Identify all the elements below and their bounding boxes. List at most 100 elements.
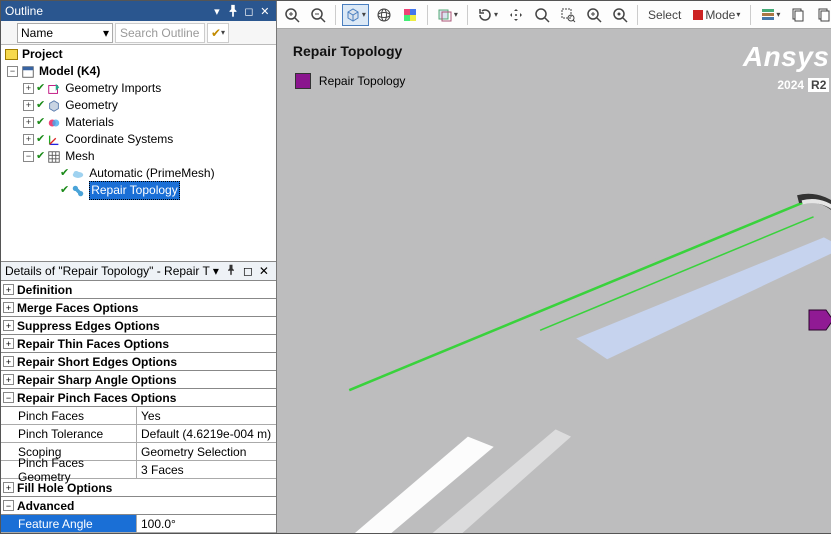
expand-icon[interactable]: + <box>3 338 14 349</box>
section-repair-short[interactable]: +Repair Short Edges Options <box>1 353 276 371</box>
section-repair-pinch[interactable]: −Repair Pinch Faces Options <box>1 389 276 407</box>
expand-icon[interactable]: + <box>23 100 34 111</box>
outline-filter-bar: Name ▾ Search Outline ✔▾ <box>1 21 276 45</box>
details-grid: +Definition +Merge Faces Options +Suppre… <box>1 281 276 533</box>
left-column: Outline ▾ ◻ ✕ Name ▾ Search Outline ✔▾ <box>1 1 277 533</box>
section-repair-thin[interactable]: +Repair Thin Faces Options <box>1 335 276 353</box>
zoom-in-button[interactable] <box>281 4 303 26</box>
expand-icon[interactable]: + <box>23 117 34 128</box>
tree-label: Mesh <box>65 148 94 165</box>
prop-name: Pinch Faces Geometry <box>1 461 137 478</box>
zoom-reset-button[interactable] <box>609 4 631 26</box>
prop-row-pinch-tolerance[interactable]: Pinch Tolerance Default (4.6219e-004 m) <box>1 425 276 443</box>
tree-item-mesh[interactable]: − ✔ Mesh <box>3 148 274 165</box>
prop-value[interactable]: Yes <box>137 407 276 424</box>
import-icon <box>46 82 62 96</box>
viewport-legend: Repair Topology <box>295 73 406 89</box>
check-icon: ✔ <box>36 114 45 131</box>
brand-version: 2024R2 <box>743 73 830 94</box>
expand-icon[interactable]: + <box>3 356 14 367</box>
tree-item-geometry-imports[interactable]: + ✔ Geometry Imports <box>3 80 274 97</box>
filter-tree-button[interactable]: ▾ <box>757 4 783 26</box>
tree-item-coordinate-systems[interactable]: + ✔ Coordinate Systems <box>3 131 274 148</box>
expand-icon[interactable]: + <box>23 83 34 94</box>
topology-marker[interactable] <box>808 309 831 334</box>
search-placeholder: Search Outline <box>120 26 199 40</box>
collapse-icon[interactable]: − <box>3 500 14 511</box>
wireframe-button[interactable] <box>373 4 395 26</box>
expand-icon[interactable]: + <box>3 284 14 295</box>
view-copy-button[interactable] <box>787 4 809 26</box>
prop-value[interactable]: Default (4.6219e-004 m) <box>137 425 276 442</box>
prop-row-pinch-geometry[interactable]: Pinch Faces Geometry 3 Faces <box>1 461 276 479</box>
shaded-button[interactable] <box>399 4 421 26</box>
cloud-icon <box>70 167 86 181</box>
expand-icon[interactable]: + <box>3 482 14 493</box>
search-input[interactable]: Search Outline <box>115 23 205 43</box>
zoom-out-button[interactable] <box>307 4 329 26</box>
dropdown-icon[interactable]: ▾ <box>210 264 222 278</box>
collapse-icon[interactable]: − <box>3 392 14 403</box>
section-fill-hole[interactable]: +Fill Hole Options <box>1 479 276 497</box>
section-suppress-edges[interactable]: +Suppress Edges Options <box>1 317 276 335</box>
pin-icon[interactable] <box>226 4 240 18</box>
tree-label: Model (K4) <box>39 63 100 80</box>
section-definition[interactable]: +Definition <box>1 281 276 299</box>
legend-swatch <box>295 73 311 89</box>
window-icon[interactable]: ◻ <box>242 4 256 18</box>
tree-item-materials[interactable]: + ✔ Materials <box>3 114 274 131</box>
prop-row-feature-angle[interactable]: Feature Angle 100.0° <box>1 515 276 533</box>
expand-icon[interactable]: + <box>23 134 34 145</box>
chevron-down-icon: ▾ <box>103 26 109 40</box>
tree-item-repair-topology[interactable]: ✔ Repair Topology <box>3 182 274 199</box>
mode-dropdown-button[interactable]: Mode▾ <box>689 4 744 26</box>
section-repair-sharp[interactable]: +Repair Sharp Angle Options <box>1 371 276 389</box>
pan-button[interactable] <box>505 4 527 26</box>
pin-icon[interactable] <box>222 264 240 279</box>
close-icon[interactable]: ✕ <box>258 4 272 18</box>
tree-item-model[interactable]: − Model (K4) <box>3 63 274 80</box>
zoom-all-button[interactable] <box>583 4 605 26</box>
outline-titlebar-controls: ▾ ◻ ✕ <box>210 4 272 18</box>
prop-value[interactable]: 3 Faces <box>137 461 276 478</box>
rotate-button[interactable]: ▾ <box>474 4 501 26</box>
isometric-view-button[interactable]: ▾ <box>342 4 369 26</box>
collapse-icon[interactable]: − <box>23 151 34 162</box>
geometry-render <box>277 29 831 533</box>
check-icon: ✔ <box>36 148 45 165</box>
close-icon[interactable]: ✕ <box>256 264 272 278</box>
select-mode-button[interactable]: Select <box>644 4 685 26</box>
separator <box>335 5 336 25</box>
tree-item-geometry[interactable]: + ✔ Geometry <box>3 97 274 114</box>
zoom-fit-button[interactable] <box>531 4 553 26</box>
search-go-button[interactable]: ✔▾ <box>207 23 229 43</box>
check-icon: ✔ <box>60 165 69 182</box>
outline-tree[interactable]: Project − Model (K4) + ✔ Geometry Import… <box>1 45 276 261</box>
tree-label: Geometry <box>65 97 118 114</box>
prop-value[interactable]: 100.0° <box>137 515 276 532</box>
expand-icon[interactable]: + <box>3 302 14 313</box>
tree-item-project[interactable]: Project <box>3 46 274 63</box>
mesh-icon <box>46 150 62 164</box>
collapse-icon[interactable]: − <box>7 66 18 77</box>
dropdown-icon[interactable]: ▾ <box>210 4 224 18</box>
repair-icon <box>70 184 86 198</box>
prop-value[interactable]: Geometry Selection <box>137 443 276 460</box>
tree-label: Project <box>22 46 63 63</box>
outline-title: Outline <box>5 4 210 18</box>
filter-type-dropdown[interactable]: Name ▾ <box>17 23 113 43</box>
outline-titlebar: Outline ▾ ◻ ✕ <box>1 1 276 21</box>
flag-icon <box>693 10 703 20</box>
view-paste-button[interactable]: ▾ <box>813 4 831 26</box>
window-icon[interactable]: ◻ <box>240 264 256 278</box>
check-icon: ✔ <box>60 182 69 199</box>
expand-icon[interactable]: + <box>3 320 14 331</box>
section-merge-faces[interactable]: +Merge Faces Options <box>1 299 276 317</box>
section-plane-button[interactable]: ▾ <box>434 4 461 26</box>
tree-item-automatic[interactable]: ✔ Automatic (PrimeMesh) <box>3 165 274 182</box>
prop-row-pinch-faces[interactable]: Pinch Faces Yes <box>1 407 276 425</box>
zoom-window-button[interactable] <box>557 4 579 26</box>
expand-icon[interactable]: + <box>3 374 14 385</box>
graphics-viewport[interactable]: Repair Topology Repair Topology Ansys 20… <box>277 29 831 533</box>
section-advanced[interactable]: −Advanced <box>1 497 276 515</box>
